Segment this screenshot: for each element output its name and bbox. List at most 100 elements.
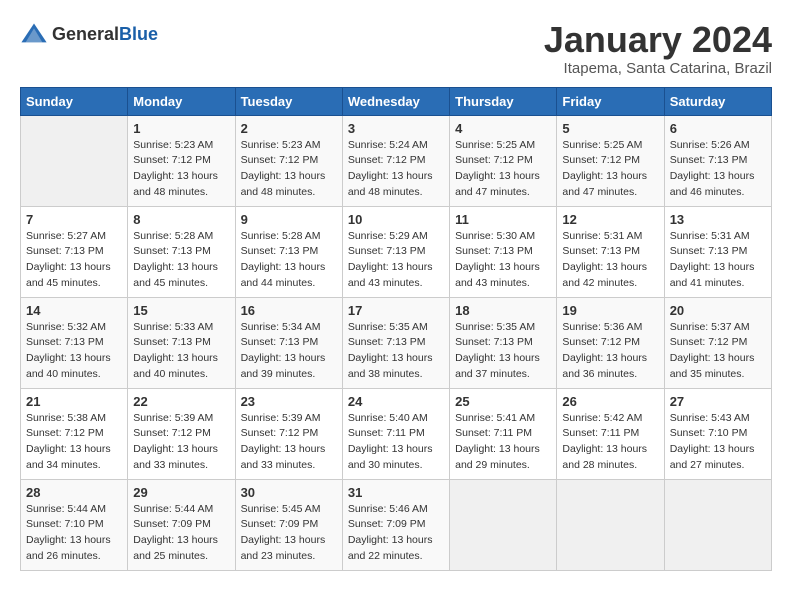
day-number: 23 bbox=[241, 394, 337, 409]
day-info: Sunrise: 5:44 AM Sunset: 7:10 PM Dayligh… bbox=[26, 502, 122, 565]
calendar-cell: 9Sunrise: 5:28 AM Sunset: 7:13 PM Daylig… bbox=[235, 206, 342, 297]
title-area: January 2024 Itapema, Santa Catarina, Br… bbox=[544, 20, 772, 77]
day-number: 17 bbox=[348, 303, 444, 318]
calendar-cell: 22 Sunrise: 5:39 AM Sunset: 7:12 PM Dayli… bbox=[128, 388, 235, 479]
header-tuesday: Tuesday bbox=[235, 87, 342, 115]
day-number: 30 bbox=[241, 485, 337, 500]
logo: GeneralBlue bbox=[20, 20, 158, 48]
calendar-cell: 27 Sunrise: 5:43 AM Sunset: 7:10 PM Dayli… bbox=[664, 388, 771, 479]
calendar-cell: 24Sunrise: 5:40 AM Sunset: 7:11 PM Dayli… bbox=[342, 388, 449, 479]
day-info: Sunrise: 5:37 AM Sunset: 7:12 PM Dayligh… bbox=[670, 320, 766, 383]
calendar-cell bbox=[557, 479, 664, 570]
day-number: 27 bbox=[670, 394, 766, 409]
day-number: 11 bbox=[455, 212, 551, 227]
day-info: Sunrise: 5:23 AM Sunset: 7:12 PM Dayligh… bbox=[241, 138, 337, 201]
day-number: 4 bbox=[455, 121, 551, 136]
day-number: 2 bbox=[241, 121, 337, 136]
header-friday: Friday bbox=[557, 87, 664, 115]
day-info: Sunrise: 5:31 AM Sunset: 7:13 PM Dayligh… bbox=[562, 229, 658, 292]
day-number: 24 bbox=[348, 394, 444, 409]
day-info: Sunrise: 5:24 AM Sunset: 7:12 PM Dayligh… bbox=[348, 138, 444, 201]
day-number: 16 bbox=[241, 303, 337, 318]
day-info: Sunrise: 5:33 AM Sunset: 7:13 PM Dayligh… bbox=[133, 320, 229, 383]
calendar-cell bbox=[450, 479, 557, 570]
logo-general-text: General bbox=[52, 24, 119, 44]
calendar-cell: 2 Sunrise: 5:23 AM Sunset: 7:12 PM Daylig… bbox=[235, 115, 342, 206]
day-number: 18 bbox=[455, 303, 551, 318]
day-info: Sunrise: 5:32 AM Sunset: 7:13 PM Dayligh… bbox=[26, 320, 122, 383]
calendar-cell: 6Sunrise: 5:26 AM Sunset: 7:13 PM Daylig… bbox=[664, 115, 771, 206]
calendar-cell: 15 Sunrise: 5:33 AM Sunset: 7:13 PM Dayli… bbox=[128, 297, 235, 388]
day-info: Sunrise: 5:27 AM Sunset: 7:13 PM Dayligh… bbox=[26, 229, 122, 292]
calendar-cell bbox=[21, 115, 128, 206]
subtitle: Itapema, Santa Catarina, Brazil bbox=[544, 60, 772, 77]
calendar-cell: 7Sunrise: 5:27 AM Sunset: 7:13 PM Daylig… bbox=[21, 206, 128, 297]
calendar-cell: 4 Sunrise: 5:25 AM Sunset: 7:12 PM Daylig… bbox=[450, 115, 557, 206]
calendar-cell: 28 Sunrise: 5:44 AM Sunset: 7:10 PM Dayli… bbox=[21, 479, 128, 570]
day-number: 28 bbox=[26, 485, 122, 500]
day-number: 26 bbox=[562, 394, 658, 409]
calendar-cell: 8 Sunrise: 5:28 AM Sunset: 7:13 PM Daylig… bbox=[128, 206, 235, 297]
day-number: 19 bbox=[562, 303, 658, 318]
day-info: Sunrise: 5:36 AM Sunset: 7:12 PM Dayligh… bbox=[562, 320, 658, 383]
day-info: Sunrise: 5:34 AM Sunset: 7:13 PM Dayligh… bbox=[241, 320, 337, 383]
week-row-4: 21 Sunrise: 5:38 AM Sunset: 7:12 PM Dayli… bbox=[21, 388, 772, 479]
calendar-cell: 19 Sunrise: 5:36 AM Sunset: 7:12 PM Dayli… bbox=[557, 297, 664, 388]
day-info: Sunrise: 5:30 AM Sunset: 7:13 PM Dayligh… bbox=[455, 229, 551, 292]
day-info: Sunrise: 5:28 AM Sunset: 7:13 PM Dayligh… bbox=[133, 229, 229, 292]
calendar-cell: 31 Sunrise: 5:46 AM Sunset: 7:09 PM Dayli… bbox=[342, 479, 449, 570]
calendar-cell: 30Sunrise: 5:45 AM Sunset: 7:09 PM Dayli… bbox=[235, 479, 342, 570]
day-number: 8 bbox=[133, 212, 229, 227]
calendar-cell: 16 Sunrise: 5:34 AM Sunset: 7:13 PM Dayli… bbox=[235, 297, 342, 388]
main-title: January 2024 bbox=[544, 20, 772, 60]
day-number: 15 bbox=[133, 303, 229, 318]
calendar-cell: 18 Sunrise: 5:35 AM Sunset: 7:13 PM Dayli… bbox=[450, 297, 557, 388]
day-info: Sunrise: 5:38 AM Sunset: 7:12 PM Dayligh… bbox=[26, 411, 122, 474]
day-info: Sunrise: 5:46 AM Sunset: 7:09 PM Dayligh… bbox=[348, 502, 444, 565]
day-info: Sunrise: 5:43 AM Sunset: 7:10 PM Dayligh… bbox=[670, 411, 766, 474]
calendar-cell: 29Sunrise: 5:44 AM Sunset: 7:09 PM Dayli… bbox=[128, 479, 235, 570]
day-info: Sunrise: 5:25 AM Sunset: 7:12 PM Dayligh… bbox=[455, 138, 551, 201]
calendar-cell: 5 Sunrise: 5:25 AM Sunset: 7:12 PM Daylig… bbox=[557, 115, 664, 206]
calendar-cell: 10Sunrise: 5:29 AM Sunset: 7:13 PM Dayli… bbox=[342, 206, 449, 297]
day-number: 25 bbox=[455, 394, 551, 409]
header-sunday: Sunday bbox=[21, 87, 128, 115]
logo-blue-text: Blue bbox=[119, 24, 158, 44]
day-info: Sunrise: 5:35 AM Sunset: 7:13 PM Dayligh… bbox=[348, 320, 444, 383]
calendar-cell: 20Sunrise: 5:37 AM Sunset: 7:12 PM Dayli… bbox=[664, 297, 771, 388]
calendar-cell: 21 Sunrise: 5:38 AM Sunset: 7:12 PM Dayli… bbox=[21, 388, 128, 479]
page-header: GeneralBlue January 2024 Itapema, Santa … bbox=[20, 20, 772, 77]
day-number: 1 bbox=[133, 121, 229, 136]
day-number: 22 bbox=[133, 394, 229, 409]
calendar-table: SundayMondayTuesdayWednesdayThursdayFrid… bbox=[20, 87, 772, 571]
calendar-cell: 11 Sunrise: 5:30 AM Sunset: 7:13 PM Dayli… bbox=[450, 206, 557, 297]
calendar-cell: 13Sunrise: 5:31 AM Sunset: 7:13 PM Dayli… bbox=[664, 206, 771, 297]
week-row-5: 28 Sunrise: 5:44 AM Sunset: 7:10 PM Dayli… bbox=[21, 479, 772, 570]
day-info: Sunrise: 5:25 AM Sunset: 7:12 PM Dayligh… bbox=[562, 138, 658, 201]
calendar-cell: 25Sunrise: 5:41 AM Sunset: 7:11 PM Dayli… bbox=[450, 388, 557, 479]
day-info: Sunrise: 5:42 AM Sunset: 7:11 PM Dayligh… bbox=[562, 411, 658, 474]
day-info: Sunrise: 5:35 AM Sunset: 7:13 PM Dayligh… bbox=[455, 320, 551, 383]
day-number: 14 bbox=[26, 303, 122, 318]
calendar-cell: 23 Sunrise: 5:39 AM Sunset: 7:12 PM Dayli… bbox=[235, 388, 342, 479]
header-saturday: Saturday bbox=[664, 87, 771, 115]
day-number: 31 bbox=[348, 485, 444, 500]
calendar-cell: 12 Sunrise: 5:31 AM Sunset: 7:13 PM Dayli… bbox=[557, 206, 664, 297]
header-monday: Monday bbox=[128, 87, 235, 115]
header-thursday: Thursday bbox=[450, 87, 557, 115]
day-number: 12 bbox=[562, 212, 658, 227]
day-number: 10 bbox=[348, 212, 444, 227]
day-info: Sunrise: 5:39 AM Sunset: 7:12 PM Dayligh… bbox=[241, 411, 337, 474]
day-number: 21 bbox=[26, 394, 122, 409]
calendar-cell bbox=[664, 479, 771, 570]
day-info: Sunrise: 5:26 AM Sunset: 7:13 PM Dayligh… bbox=[670, 138, 766, 201]
calendar-header: SundayMondayTuesdayWednesdayThursdayFrid… bbox=[21, 87, 772, 115]
logo-icon bbox=[20, 20, 48, 48]
day-info: Sunrise: 5:39 AM Sunset: 7:12 PM Dayligh… bbox=[133, 411, 229, 474]
day-info: Sunrise: 5:31 AM Sunset: 7:13 PM Dayligh… bbox=[670, 229, 766, 292]
day-number: 5 bbox=[562, 121, 658, 136]
days-of-week-row: SundayMondayTuesdayWednesdayThursdayFrid… bbox=[21, 87, 772, 115]
day-info: Sunrise: 5:28 AM Sunset: 7:13 PM Dayligh… bbox=[241, 229, 337, 292]
day-info: Sunrise: 5:44 AM Sunset: 7:09 PM Dayligh… bbox=[133, 502, 229, 565]
week-row-2: 7Sunrise: 5:27 AM Sunset: 7:13 PM Daylig… bbox=[21, 206, 772, 297]
